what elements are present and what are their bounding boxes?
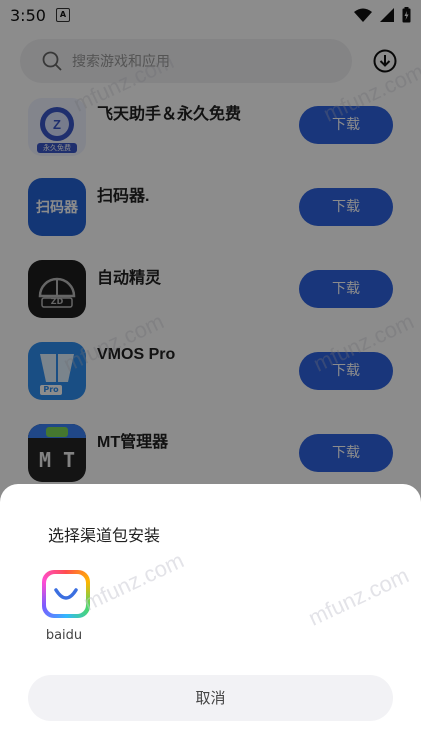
- cancel-button[interactable]: 取消: [28, 675, 393, 721]
- channel-sheet: 选择渠道包安装 baidu mfunz.com mfunz.com 取消: [0, 484, 421, 750]
- channel-option-baidu[interactable]: baidu: [42, 570, 92, 643]
- watermark-text: mfunz.com: [79, 547, 188, 616]
- watermark-text: mfunz.com: [304, 562, 413, 631]
- sheet-title: 选择渠道包安装: [48, 526, 161, 545]
- baidu-icon: [42, 570, 90, 618]
- channel-label: baidu: [45, 628, 83, 643]
